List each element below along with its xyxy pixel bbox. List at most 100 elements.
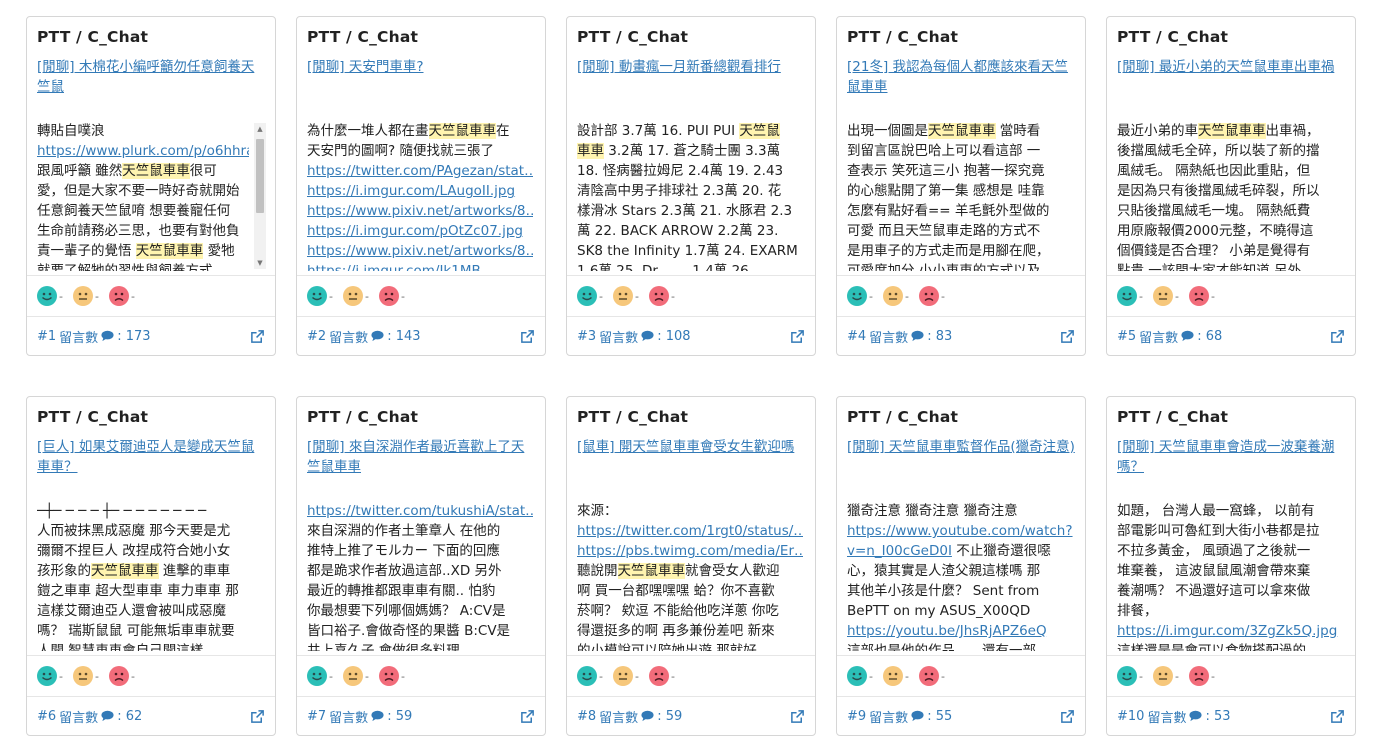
neutral-reaction[interactable]: - [1152, 286, 1179, 306]
neutral-reaction[interactable]: - [72, 666, 99, 686]
smile-reaction[interactable]: - [307, 286, 333, 306]
excerpt-line: 菸啊？ 欸逗 不能給他吃洋蔥 你吃 [577, 601, 803, 621]
sad-count: - [400, 669, 405, 683]
reaction-bar: - - - [837, 275, 1085, 317]
post-excerpt[interactable]: 最近小弟的車天竺鼠車車出車禍， 後擋風絨毛全碎，所以裝了新的擋 風絨毛。 隔熱紙也因… [1117, 121, 1343, 271]
excerpt-text: 堆棄養， 這波鼠鼠風潮會帶來棄 [1117, 563, 1311, 579]
post-title-link[interactable]: [閒聊] 動畫瘋一月新番總觀看排行 [577, 57, 805, 77]
scroll-thumb[interactable] [256, 139, 264, 213]
excerpt-scrollbar[interactable]: ▲ ▼ [254, 123, 266, 269]
sad-reaction[interactable]: - [648, 286, 675, 306]
external-link-icon[interactable] [250, 329, 265, 344]
external-link-icon[interactable] [790, 329, 805, 344]
smile-count: - [59, 669, 63, 683]
external-link-icon[interactable] [520, 329, 535, 344]
smile-reaction[interactable]: - [847, 286, 873, 306]
neutral-reaction[interactable]: - [342, 666, 369, 686]
external-link-icon[interactable] [1060, 709, 1075, 724]
sad-reaction[interactable]: - [648, 666, 675, 686]
sad-reaction[interactable]: - [1188, 666, 1215, 686]
reaction-bar: - - - [1107, 275, 1355, 317]
sad-reaction[interactable]: - [918, 666, 945, 686]
excerpt-link[interactable]: https://www.youtube.com/watch? [847, 523, 1073, 539]
neutral-face-icon [882, 286, 903, 306]
post-excerpt[interactable]: ─┼─ ─ ─ ─ ┼─ ─ ─ ─ ─ ─ ─ ─ 人而被抹黑成惡魔 那今天要是… [37, 501, 263, 651]
post-title-link[interactable]: [閒聊] 天竺鼠車車監督作品(獵奇注意) [847, 437, 1075, 457]
external-link-icon[interactable] [250, 709, 265, 724]
excerpt-text: 如題， 台灣人最一窩蜂， 以前有 [1117, 503, 1315, 519]
post-excerpt[interactable]: 為什麼一堆人都在畫天竺鼠車車在 天安門的圖啊? 隨便找就三張了 https://tw… [307, 121, 533, 271]
neutral-reaction[interactable]: - [342, 286, 369, 306]
scroll-up-arrow-icon[interactable]: ▲ [254, 123, 266, 135]
excerpt-link[interactable]: https://i.imgur.com/LAugoII.jpg [307, 183, 515, 199]
excerpt-link[interactable]: https://i.imgur.com/Jk1MB… [307, 263, 494, 271]
smile-reaction[interactable]: - [847, 666, 873, 686]
smile-reaction[interactable]: - [1117, 286, 1143, 306]
sad-reaction[interactable]: - [108, 666, 135, 686]
neutral-count: - [1174, 669, 1179, 683]
post-excerpt[interactable]: 如題， 台灣人最一窩蜂， 以前有 部電影叫可魯紅到大街小巷都是拉 不拉多黃金， 風頭… [1117, 501, 1343, 651]
excerpt-link[interactable]: https://www.plurk.com/p/o6hhra [37, 143, 249, 159]
post-title-link[interactable]: [巨人] 如果艾爾迪亞人是變成天竺鼠車車？ [37, 437, 265, 477]
neutral-reaction[interactable]: - [882, 666, 909, 686]
neutral-reaction[interactable]: - [612, 286, 639, 306]
excerpt-link[interactable]: https://youtu.be/JhsRjAPZ6eQ [847, 623, 1047, 639]
excerpt-link[interactable]: https://twitter.com/1rgt0/status/… [577, 523, 803, 539]
smile-face-icon [1117, 286, 1137, 306]
post-title-link[interactable]: [閒聊] 最近小弟的天竺鼠車車出車禍 [1117, 57, 1345, 77]
sad-reaction[interactable]: - [378, 666, 405, 686]
card-header: PTT / C_Chat [鼠車] 開天竺鼠車車會受女生歡迎嗎 [567, 397, 815, 493]
neutral-reaction[interactable]: - [72, 286, 99, 306]
post-excerpt[interactable]: https://twitter.com/tukushiA/stat… 來自深淵的作… [307, 501, 533, 651]
neutral-reaction[interactable]: - [1152, 666, 1179, 686]
neutral-reaction[interactable]: - [882, 286, 909, 306]
sad-reaction[interactable]: - [108, 286, 135, 306]
excerpt-text: 當時看 [995, 123, 1041, 139]
smile-reaction[interactable]: - [1117, 666, 1143, 686]
excerpt-line: 責一輩子的覺悟 天竺鼠車車 愛牠 [37, 241, 249, 261]
post-card-6: PTT / C_Chat [巨人] 如果艾爾迪亞人是變成天竺鼠車車？ ─┼─ ─… [26, 396, 276, 736]
external-link-icon[interactable] [790, 709, 805, 724]
post-title-link[interactable]: [閒聊] 來自深淵作者最近喜歡上了天竺鼠車車 [307, 437, 535, 477]
post-excerpt[interactable]: 出現一個圖是天竺鼠車車 當時看 到留言區說巴哈上可以看這部 一查表示 笑死這三小 … [847, 121, 1073, 271]
excerpt-link[interactable]: https://i.imgur.com/pOtZc07.jpg [307, 223, 523, 239]
external-link-icon[interactable] [520, 709, 535, 724]
excerpt-link[interactable]: https://twitter.com/tukushiA/stat… [307, 503, 533, 519]
post-excerpt[interactable]: 獵奇注意 獵奇注意 獵奇注意 https://www.youtube.com/wa… [847, 501, 1073, 651]
sad-reaction[interactable]: - [1188, 286, 1215, 306]
post-excerpt[interactable]: 來源： https://twitter.com/1rgt0/status/… htt… [577, 501, 803, 651]
external-link-icon[interactable] [1330, 329, 1345, 344]
smile-reaction[interactable]: - [577, 286, 603, 306]
external-link-icon[interactable] [1060, 329, 1075, 344]
excerpt-link[interactable]: v=n_I00cGeD0I [847, 543, 952, 559]
excerpt-link[interactable]: https://twitter.com/PAgezan/stat… [307, 163, 533, 179]
comment-bubble-icon [911, 330, 924, 342]
post-excerpt[interactable]: 轉貼自噗浪 https://www.plurk.com/p/o6hhra 跟風呼籲 … [37, 121, 249, 271]
smile-reaction[interactable]: - [307, 666, 333, 686]
excerpt-link[interactable]: https://www.pixiv.net/artworks/8… [307, 243, 533, 259]
card-header: PTT / C_Chat [21冬] 我認為每個人都應該來看天竺鼠車車 [837, 17, 1085, 113]
post-excerpt[interactable]: 設計部 3.7萬 16. PUI PUI 天竺鼠 車車 3.2萬 17. 蒼之騎士… [577, 121, 803, 271]
card-header: PTT / C_Chat [閒聊] 最近小弟的天竺鼠車車出車禍 [1107, 17, 1355, 113]
smile-reaction[interactable]: - [37, 286, 63, 306]
excerpt-line: 用原廠報價2000元整，不曉得這 [1117, 221, 1343, 241]
post-title-link[interactable]: [21冬] 我認為每個人都應該來看天竺鼠車車 [847, 57, 1075, 97]
excerpt-link[interactable]: https://i.imgur.com/3ZgZk5Q.jpg [1117, 623, 1337, 639]
sad-face-icon [1188, 286, 1209, 306]
post-title-link[interactable]: [閒聊] 木棉花小編呼籲勿任意飼養天竺鼠 [37, 57, 265, 97]
smile-reaction[interactable]: - [37, 666, 63, 686]
excerpt-line: 其他羊小孩是什麼？ Sent from [847, 581, 1073, 601]
post-title-link[interactable]: [閒聊] 天安門車車? [307, 57, 535, 77]
scroll-down-arrow-icon[interactable]: ▼ [254, 257, 266, 269]
sad-reaction[interactable]: - [918, 286, 945, 306]
excerpt-link[interactable]: https://pbs.twimg.com/media/Er… [577, 543, 803, 559]
neutral-reaction[interactable]: - [612, 666, 639, 686]
smile-reaction[interactable]: - [577, 666, 603, 686]
post-title-link[interactable]: [閒聊] 天竺鼠車車會造成一波棄養潮嗎？ [1117, 437, 1345, 477]
excerpt-link[interactable]: https://www.pixiv.net/artworks/8… [307, 203, 533, 219]
sad-reaction[interactable]: - [378, 286, 405, 306]
post-title-link[interactable]: [鼠車] 開天竺鼠車車會受女生歡迎嗎 [577, 437, 805, 457]
card-header: PTT / C_Chat [閒聊] 天竺鼠車車監督作品(獵奇注意) [837, 397, 1085, 493]
external-link-icon[interactable] [1330, 709, 1345, 724]
excerpt-line: 怎麼有點好看== 羊毛氈外型做的 [847, 201, 1073, 221]
